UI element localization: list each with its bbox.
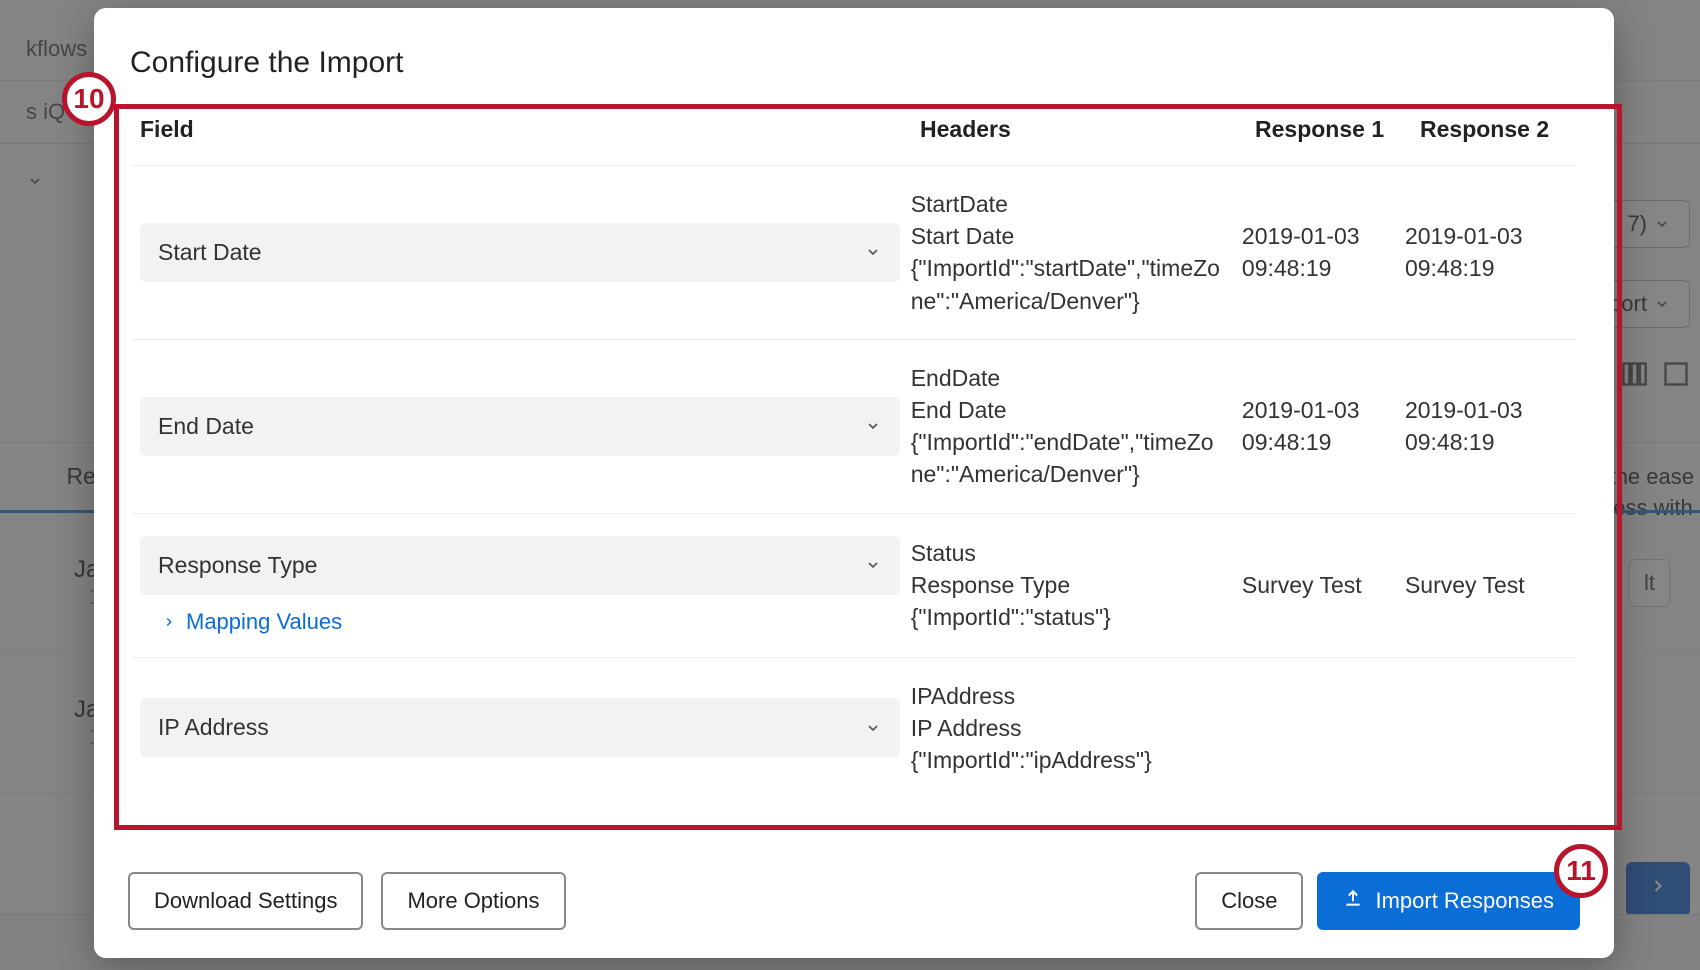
response-line: 09:48:19 — [1242, 426, 1405, 458]
field-select[interactable]: IP Address — [140, 698, 900, 757]
headers-line: IP Address — [911, 712, 1224, 744]
import-mapping-grid: Field Headers Response 1 Response 2 Star… — [94, 94, 1614, 798]
headers-line: EndDate — [911, 362, 1224, 394]
chevron-down-icon — [864, 556, 882, 574]
chevron-down-icon — [864, 719, 882, 737]
response-line: Survey Test — [1242, 569, 1405, 601]
col-field-header: Field — [140, 116, 920, 143]
response-2-cell: 2019-01-0309:48:19 — [1405, 394, 1568, 458]
mapping-row: End DateEndDateEnd Date{"ImportId":"endD… — [132, 340, 1576, 514]
field-select-label: Start Date — [158, 239, 262, 266]
col-response2-header: Response 2 — [1420, 116, 1585, 143]
upload-icon — [1343, 888, 1363, 914]
modal-footer: Download Settings More Options Close Imp… — [94, 849, 1614, 958]
response-1-cell: 2019-01-0309:48:19 — [1242, 394, 1405, 458]
col-headers-header: Headers — [920, 116, 1255, 143]
mapping-values-label: Mapping Values — [186, 609, 342, 635]
response-line: 2019-01-03 — [1242, 220, 1405, 252]
field-select-label: IP Address — [158, 714, 269, 741]
mapping-row: Response TypeMapping ValuesStatusRespons… — [132, 514, 1576, 658]
download-settings-button[interactable]: Download Settings — [128, 872, 363, 930]
response-line: 2019-01-03 — [1405, 394, 1568, 426]
headers-line: {"ImportId":"status"} — [911, 601, 1224, 633]
mapping-values-link[interactable]: Mapping Values — [140, 609, 911, 635]
configure-import-modal: Configure the Import Field Headers Respo… — [94, 8, 1614, 958]
import-responses-button[interactable]: Import Responses — [1317, 872, 1580, 930]
response-line: 09:48:19 — [1405, 426, 1568, 458]
import-responses-label: Import Responses — [1375, 888, 1554, 914]
headers-line: End Date — [911, 394, 1224, 426]
mapping-row: IP AddressIPAddressIP Address{"ImportId"… — [132, 658, 1576, 799]
response-1-cell: 2019-01-0309:48:19 — [1242, 220, 1405, 284]
field-select[interactable]: End Date — [140, 397, 900, 456]
headers-line: {"ImportId":"endDate","timeZone":"Americ… — [911, 426, 1224, 490]
headers-line: IPAddress — [911, 680, 1224, 712]
annotation-badge-11: 11 — [1554, 844, 1608, 898]
modal-title: Configure the Import — [94, 36, 1614, 94]
headers-cell: StatusResponse Type{"ImportId":"status"} — [911, 537, 1242, 634]
headers-line: {"ImportId":"ipAddress"} — [911, 744, 1224, 776]
response-line: Survey Test — [1405, 569, 1568, 601]
response-line: 09:48:19 — [1405, 252, 1568, 284]
headers-line: Start Date — [911, 220, 1224, 252]
response-2-cell: 2019-01-0309:48:19 — [1405, 220, 1568, 284]
response-line: 2019-01-03 — [1242, 394, 1405, 426]
mapping-row: Start DateStartDateStart Date{"ImportId"… — [132, 166, 1576, 340]
field-select-label: Response Type — [158, 552, 317, 579]
headers-cell: IPAddressIP Address{"ImportId":"ipAddres… — [911, 680, 1242, 777]
response-line: 2019-01-03 — [1405, 220, 1568, 252]
more-options-button[interactable]: More Options — [381, 872, 565, 930]
grid-header-row: Field Headers Response 1 Response 2 — [132, 102, 1576, 166]
headers-line: StartDate — [911, 188, 1224, 220]
response-line: 09:48:19 — [1242, 252, 1405, 284]
field-select-label: End Date — [158, 413, 254, 440]
field-select[interactable]: Response Type — [140, 536, 900, 595]
headers-line: Status — [911, 537, 1224, 569]
response-2-cell: Survey Test — [1405, 569, 1568, 601]
col-response1-header: Response 1 — [1255, 116, 1420, 143]
close-button[interactable]: Close — [1195, 872, 1303, 930]
headers-cell: EndDateEnd Date{"ImportId":"endDate","ti… — [911, 362, 1242, 491]
annotation-badge-10: 10 — [62, 72, 116, 126]
headers-line: Response Type — [911, 569, 1224, 601]
headers-line: {"ImportId":"startDate","timeZone":"Amer… — [911, 252, 1224, 316]
headers-cell: StartDateStart Date{"ImportId":"startDat… — [911, 188, 1242, 317]
field-select[interactable]: Start Date — [140, 223, 900, 282]
response-1-cell: Survey Test — [1242, 569, 1405, 601]
chevron-down-icon — [864, 243, 882, 261]
chevron-down-icon — [864, 417, 882, 435]
